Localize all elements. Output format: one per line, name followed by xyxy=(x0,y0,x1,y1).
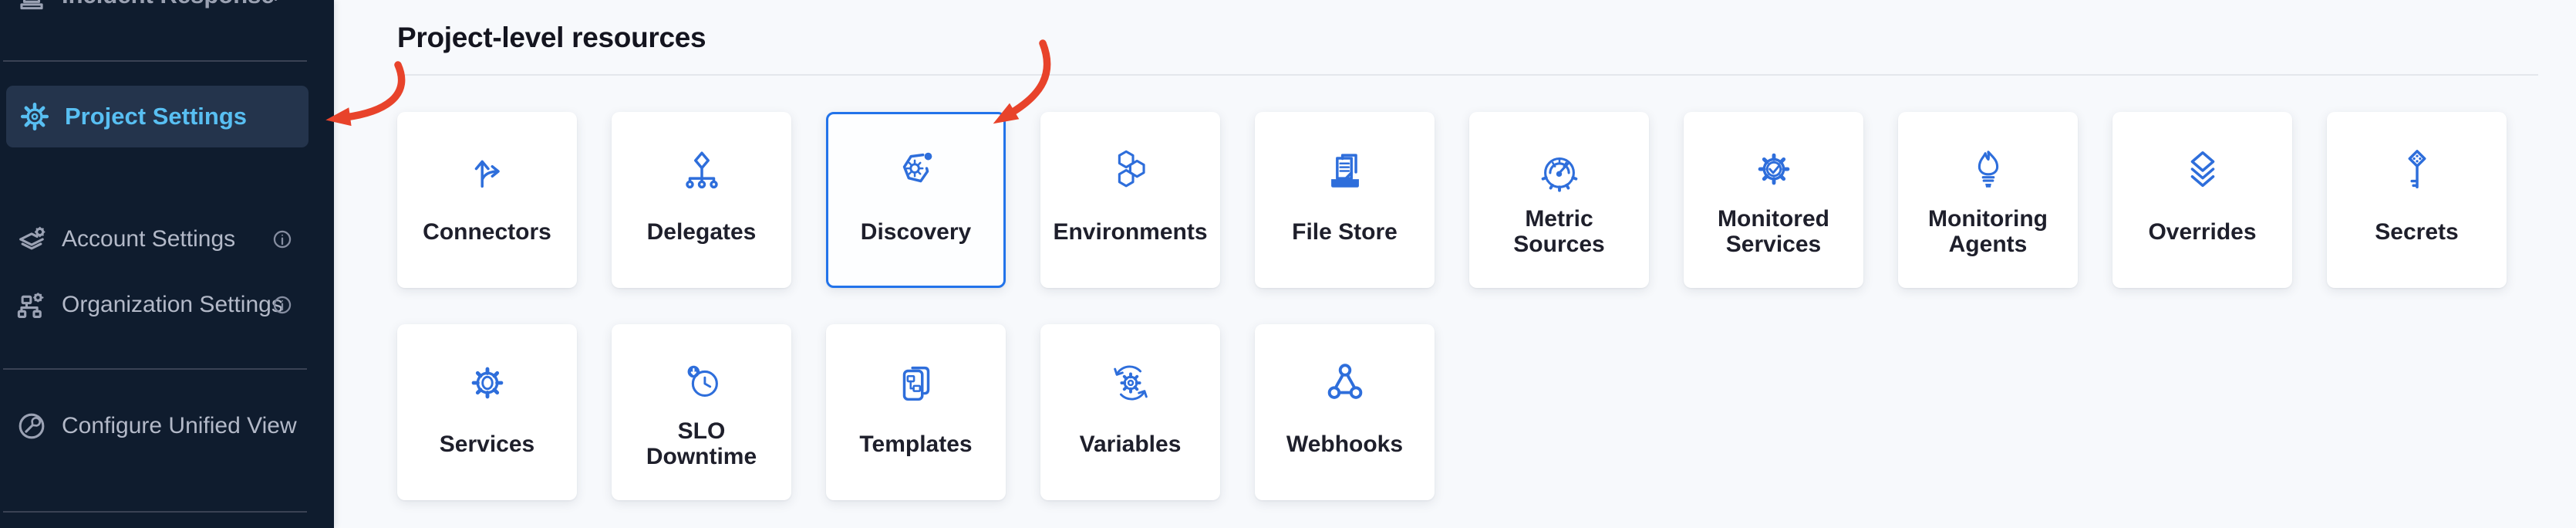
resource-card-monitored-services[interactable]: Monitored Services xyxy=(1684,112,1863,288)
resource-card-label: File Store xyxy=(1292,219,1398,245)
page-title: Project-level resources xyxy=(397,21,706,55)
gear-icon xyxy=(19,100,51,133)
sidebar-item-account-settings[interactable]: Account Settings xyxy=(0,218,334,261)
variables-cycle-gear-icon xyxy=(1107,355,1155,411)
templates-icon xyxy=(892,355,940,411)
wrench-circle-icon xyxy=(17,411,46,441)
resource-card-label: Metric Sources xyxy=(1513,206,1604,257)
resource-card-secrets[interactable]: Secrets xyxy=(2327,112,2507,288)
resource-card-templates[interactable]: Templates xyxy=(826,324,1006,500)
org-chart-gear-icon xyxy=(17,290,46,320)
info-icon[interactable] xyxy=(271,294,293,316)
metric-sources-icon xyxy=(1536,143,1583,198)
sidebar-item-label: Configure Unified View xyxy=(62,413,297,439)
arrow-to-project-settings xyxy=(346,65,402,117)
delegates-icon xyxy=(678,143,726,198)
resource-card-monitoring-agents[interactable]: Monitoring Agents xyxy=(1898,112,2078,288)
resource-card-label: Overrides xyxy=(2148,219,2256,245)
info-icon[interactable] xyxy=(271,228,293,250)
siren-icon xyxy=(17,0,46,10)
chevron-right-icon xyxy=(271,0,287,5)
title-divider xyxy=(397,74,2538,76)
resource-card-label: Discovery xyxy=(861,219,971,245)
resource-card-file-store[interactable]: File Store xyxy=(1255,112,1435,288)
monitored-services-icon xyxy=(1750,143,1798,198)
resource-card-label: Secrets xyxy=(2375,219,2458,245)
resource-card-discovery[interactable]: Discovery xyxy=(826,112,1006,288)
webhook-icon xyxy=(1321,355,1369,411)
sidebar-item-label: Project Settings xyxy=(65,103,247,130)
resource-card-label: Services xyxy=(440,432,534,457)
resource-card-label: Webhooks xyxy=(1286,432,1403,457)
key-icon xyxy=(2393,143,2441,198)
resource-card-label: SLO Downtime xyxy=(646,418,757,469)
sidebar-divider xyxy=(3,60,307,62)
resource-card-label: Variables xyxy=(1080,432,1182,457)
resource-card-webhooks[interactable]: Webhooks xyxy=(1255,324,1435,500)
resource-card-metric-sources[interactable]: Metric Sources xyxy=(1469,112,1649,288)
resource-card-services[interactable]: Services xyxy=(397,324,577,500)
sidebar-item-configure-unified-view[interactable]: Configure Unified View xyxy=(0,404,334,448)
sidebar-item-label: Incident Response xyxy=(62,0,275,9)
file-store-icon xyxy=(1321,143,1369,198)
resource-card-environments[interactable]: Environments xyxy=(1040,112,1220,288)
flame-icon xyxy=(1964,143,2012,198)
resource-card-label: Monitored Services xyxy=(1718,206,1829,257)
sidebar-item-incident-response[interactable]: Incident Response xyxy=(0,0,334,12)
sidebar-divider xyxy=(3,368,307,370)
sidebar: Incident Response Project Settings xyxy=(0,0,334,528)
resource-card-overrides[interactable]: Overrides xyxy=(2112,112,2292,288)
resource-card-slo-downtime[interactable]: SLO Downtime xyxy=(612,324,791,500)
project-resources-page: Incident Response Project Settings xyxy=(0,0,2576,528)
resource-card-label: Templates xyxy=(859,432,972,457)
connectors-icon xyxy=(464,143,511,198)
sidebar-item-label: Account Settings xyxy=(62,226,235,252)
sidebar-item-project-settings[interactable]: Project Settings xyxy=(6,86,309,147)
resource-card-label: Delegates xyxy=(647,219,757,245)
resource-card-grid: Connectors Delegates Disc xyxy=(397,112,2507,500)
resource-card-variables[interactable]: Variables xyxy=(1040,324,1220,500)
resource-card-label: Connectors xyxy=(423,219,551,245)
discovery-icon xyxy=(892,143,940,198)
resource-card-label: Environments xyxy=(1053,219,1207,245)
arrow-to-discovery-card xyxy=(1010,43,1047,113)
resource-card-label: Monitoring Agents xyxy=(1928,206,2048,257)
resource-card-connectors[interactable]: Connectors xyxy=(397,112,577,288)
resource-card-delegates[interactable]: Delegates xyxy=(612,112,791,288)
layers-gear-icon xyxy=(17,225,46,254)
services-gear-icon xyxy=(464,355,511,411)
environments-icon xyxy=(1107,143,1155,198)
sidebar-divider xyxy=(3,511,307,513)
sidebar-item-organization-settings[interactable]: Organization Settings xyxy=(0,283,334,327)
sidebar-item-label: Organization Settings xyxy=(62,292,283,318)
clock-downtime-icon xyxy=(678,355,726,411)
layers-stack-icon xyxy=(2179,143,2227,198)
